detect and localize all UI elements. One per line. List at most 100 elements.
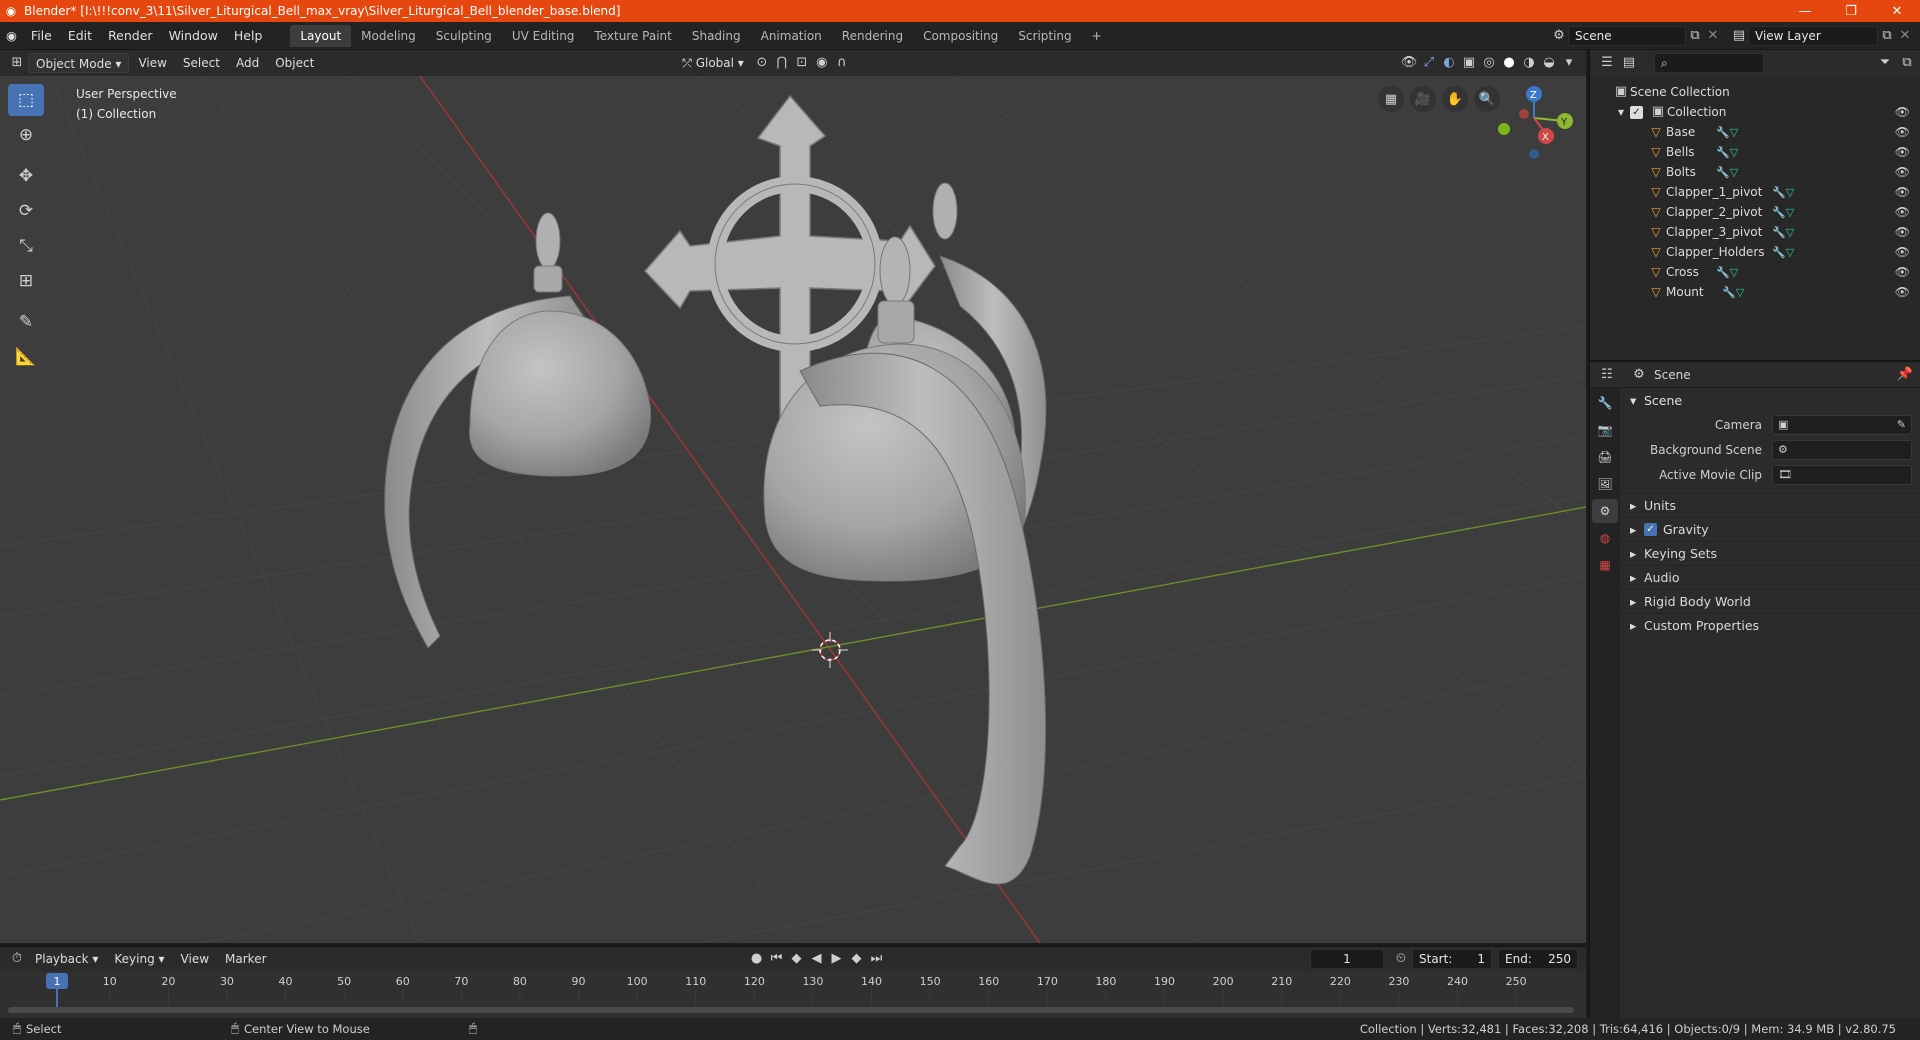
collection-checkbox[interactable]: ✓ <box>1630 105 1643 119</box>
maximize-button[interactable]: ❐ <box>1828 0 1874 22</box>
tab-layout[interactable]: Layout <box>290 24 352 47</box>
wireframe-shading-icon[interactable]: ◎ <box>1480 54 1498 72</box>
rigid-body-world-panel[interactable]: ▸ Rigid Body World <box>1620 589 1920 613</box>
blender-menu-icon[interactable]: ◉ <box>0 25 23 47</box>
camera-view-icon[interactable]: 🎥 <box>1410 86 1436 112</box>
camera-field[interactable]: ▣ ✎ <box>1772 414 1912 435</box>
timeline-menu-view[interactable]: View <box>174 949 216 969</box>
zoom-view-icon[interactable]: 🔍 <box>1474 86 1500 112</box>
tab-compositing[interactable]: Compositing <box>913 25 1008 47</box>
play-icon[interactable]: ▶ <box>828 950 846 968</box>
pin-icon[interactable]: 📌 <box>1896 366 1914 384</box>
eye-icon[interactable]: 👁 <box>1895 205 1910 219</box>
outliner-row-object[interactable]: ▽ Bells 🔧 ▽ 👁 <box>1590 142 1920 162</box>
current-frame-field[interactable]: 1 <box>1310 949 1384 969</box>
rotate-tool-icon[interactable]: ⟳ <box>8 195 44 227</box>
active-movie-clip-field[interactable]: 🎞 <box>1772 464 1912 485</box>
outliner-row-object[interactable]: ▽ Clapper_Holders 🔧 ▽ 👁 <box>1590 242 1920 262</box>
tab-world-icon[interactable]: ◍ <box>1592 526 1618 550</box>
3d-viewport[interactable]: Z Y X ⬚ ⊕ ✥ ⟳ ⤡ ⊞ ✎ 📐 User Perspective (… <box>0 76 1586 943</box>
tab-texture-icon[interactable]: ▦ <box>1592 553 1618 577</box>
solid-shading-icon[interactable]: ● <box>1500 54 1518 72</box>
menu-view[interactable]: View <box>131 53 173 73</box>
view-layer-field[interactable]: View Layer <box>1748 26 1878 46</box>
pan-view-icon[interactable]: ✋ <box>1442 86 1468 112</box>
eye-icon[interactable]: 👁 <box>1895 185 1910 199</box>
tab-output-icon[interactable]: 🖨 <box>1592 445 1618 469</box>
gravity-checkbox[interactable]: ✓ <box>1644 523 1657 536</box>
proportional-edit-icon[interactable]: ◉ <box>813 54 831 72</box>
snap-target-icon[interactable]: ⊡ <box>793 54 811 72</box>
eyedropper-icon[interactable]: ✎ <box>1897 418 1906 431</box>
audio-panel[interactable]: ▸ Audio <box>1620 565 1920 589</box>
select-box-tool-icon[interactable]: ⬚ <box>8 84 44 116</box>
outliner-row-object[interactable]: ▽ Mount 🔧 ▽ 👁 <box>1590 282 1920 302</box>
timeline-menu-marker[interactable]: Marker <box>218 949 273 969</box>
menu-render[interactable]: Render <box>100 25 161 47</box>
outliner-row-object[interactable]: ▽ Clapper_3_pivot 🔧 ▽ 👁 <box>1590 222 1920 242</box>
move-tool-icon[interactable]: ✥ <box>8 160 44 192</box>
visibility-icon[interactable]: 👁 <box>1400 54 1418 72</box>
scene-icon[interactable]: ⚙ <box>1550 27 1568 45</box>
end-frame-field[interactable]: End: 250 <box>1498 949 1578 969</box>
display-mode-icon[interactable]: ▤ <box>1620 54 1638 72</box>
delete-scene-icon[interactable]: ✕ <box>1704 27 1722 45</box>
tab-sculpting[interactable]: Sculpting <box>426 25 502 47</box>
eye-icon[interactable]: 👁 <box>1895 265 1910 279</box>
timeline-area[interactable]: 1 10 20 30 40 50 60 70 80 90 100 110 120 130 140 150 160… <box>0 971 1586 1018</box>
eye-icon[interactable]: 👁 <box>1895 105 1910 119</box>
eye-icon[interactable]: 👁 <box>1895 125 1910 139</box>
tab-shading[interactable]: Shading <box>682 25 751 47</box>
tab-rendering[interactable]: Rendering <box>832 25 913 47</box>
tab-modeling[interactable]: Modeling <box>351 25 426 47</box>
shading-options-icon[interactable]: ▾ <box>1560 54 1578 72</box>
editor-type-icon[interactable]: ⊞ <box>8 54 26 72</box>
toggle-perspective-icon[interactable]: ▦ <box>1378 86 1404 112</box>
view-layer-icon[interactable]: ▤ <box>1730 27 1748 45</box>
tab-render-icon[interactable]: 📷 <box>1592 418 1618 442</box>
snap-icon[interactable]: ⋂ <box>773 54 791 72</box>
playback-dropdown[interactable]: Playback ▾ <box>28 949 105 969</box>
falloff-icon[interactable]: ∩ <box>833 54 851 72</box>
prev-keyframe-icon[interactable]: ◆ <box>788 950 806 968</box>
tab-view-layer-icon[interactable]: 🖼 <box>1592 472 1618 496</box>
keying-dropdown[interactable]: Keying ▾ <box>107 949 171 969</box>
annotate-tool-icon[interactable]: ✎ <box>8 306 44 338</box>
timeline-editor-type-icon[interactable]: ⏱ <box>8 950 26 968</box>
gravity-panel[interactable]: ▸ ✓ Gravity <box>1620 517 1920 541</box>
outliner-row-object[interactable]: ▽ Cross 🔧 ▽ 👁 <box>1590 262 1920 282</box>
scene-field[interactable]: Scene <box>1568 26 1686 46</box>
properties-editor-type-icon[interactable]: ☷ <box>1598 366 1616 384</box>
outliner-row-object[interactable]: ▽ Base 🔧 ▽ 👁 <box>1590 122 1920 142</box>
minimize-button[interactable]: — <box>1782 0 1828 22</box>
new-scene-icon[interactable]: ⧉ <box>1686 27 1704 45</box>
new-collection-icon[interactable]: ⧉ <box>1898 54 1916 72</box>
units-panel[interactable]: ▸ Units <box>1620 493 1920 517</box>
scale-tool-icon[interactable]: ⤡ <box>8 230 44 262</box>
menu-file[interactable]: File <box>23 25 60 47</box>
scene-panel-header[interactable]: ▾ Scene <box>1620 388 1920 412</box>
outliner-row-object[interactable]: ▽ Clapper_1_pivot 🔧 ▽ 👁 <box>1590 182 1920 202</box>
rendered-shading-icon[interactable]: ◒ <box>1540 54 1558 72</box>
tab-scene-icon[interactable]: ⚙ <box>1592 499 1618 523</box>
outliner-row-scene-collection[interactable]: ▣ Scene Collection <box>1590 82 1920 102</box>
navigation-gizmo[interactable]: Z Y X <box>1498 86 1573 159</box>
outliner-row-object[interactable]: ▽ Clapper_2_pivot 🔧 ▽ 👁 <box>1590 202 1920 222</box>
preview-range-icon[interactable]: ⏲ <box>1392 950 1410 968</box>
play-reverse-icon[interactable]: ◀ <box>808 950 826 968</box>
next-keyframe-icon[interactable]: ◆ <box>848 950 866 968</box>
eye-icon[interactable]: 👁 <box>1895 285 1910 299</box>
outliner-row-object[interactable]: ▽ Bolts 🔧 ▽ 👁 <box>1590 162 1920 182</box>
outliner-editor-type-icon[interactable]: ☰ <box>1598 54 1616 72</box>
orientation-dropdown[interactable]: ⤱ Global ▾ <box>675 53 751 73</box>
delete-view-layer-icon[interactable]: ✕ <box>1896 27 1914 45</box>
pivot-icon[interactable]: ⊙ <box>753 54 771 72</box>
add-workspace-icon[interactable]: + <box>1082 25 1112 47</box>
menu-object[interactable]: Object <box>268 53 321 73</box>
menu-help[interactable]: Help <box>226 25 271 47</box>
eye-icon[interactable]: 👁 <box>1895 225 1910 239</box>
overlay-icon[interactable]: ◐ <box>1440 54 1458 72</box>
start-frame-field[interactable]: Start: 1 <box>1412 949 1492 969</box>
background-scene-field[interactable]: ⚙ <box>1772 439 1912 460</box>
eye-icon[interactable]: 👁 <box>1895 145 1910 159</box>
